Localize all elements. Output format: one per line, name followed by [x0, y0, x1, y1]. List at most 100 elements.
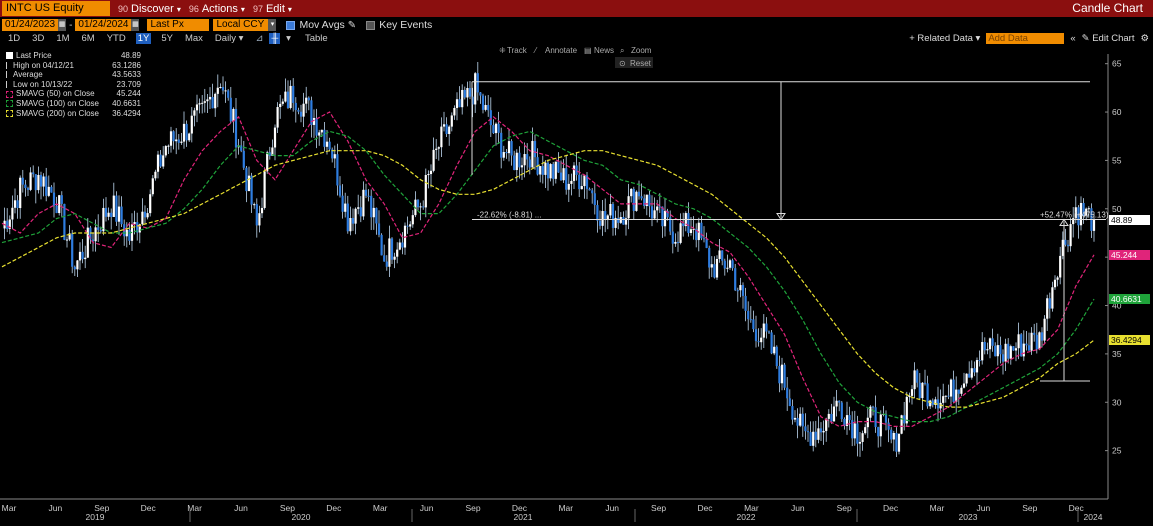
key-events-checkbox[interactable] — [366, 20, 376, 30]
candle — [721, 250, 724, 261]
chevron-down-icon[interactable]: ▾ — [268, 19, 277, 31]
candle — [518, 152, 521, 168]
x-month-label: Jun — [791, 503, 805, 513]
candle — [874, 407, 877, 428]
candle — [164, 146, 167, 156]
reset-button[interactable]: Reset — [630, 59, 652, 68]
legend-row-last-price[interactable]: Last Price 48.89 — [4, 51, 141, 61]
candle — [26, 188, 30, 190]
candle — [84, 257, 87, 260]
start-date-field[interactable]: 01/24/2023 — [2, 19, 59, 31]
x-year-label: 2024 — [1084, 512, 1103, 522]
line-chart-icon[interactable]: ⊿ — [255, 33, 263, 44]
gear-icon[interactable]: ⚙ — [1140, 33, 1149, 44]
chevron-down-icon[interactable]: ▾ — [286, 33, 291, 44]
annotate-button[interactable]: Annotate — [545, 46, 578, 55]
legend-row-smavg-100[interactable]: SMAVG (100) on Close 40.6631 — [4, 99, 141, 109]
price-chart[interactable]: ⁜ Track ⁄ Annotate ▤ News ⌕ Zoom ⊙ Reset… — [0, 44, 1153, 526]
table-button[interactable]: Table — [305, 33, 328, 44]
period-1y[interactable]: 1Y — [135, 32, 152, 44]
mov-avgs-label: Mov Avgs — [299, 19, 345, 31]
candle — [702, 238, 706, 240]
annotate-icon[interactable]: ⁄ — [533, 46, 538, 55]
end-date-field[interactable]: 01/24/2024 — [75, 19, 132, 31]
edit-chart-button[interactable]: ✎ Edit Chart — [1082, 33, 1135, 44]
candle — [442, 124, 446, 127]
y-tick-label: 55 — [1112, 155, 1122, 165]
price-field-select[interactable]: Last Px — [147, 19, 210, 31]
candle-chart-icon[interactable]: ╫ — [269, 32, 281, 44]
related-data-button[interactable]: + Related Data ▾ — [909, 33, 980, 44]
collapse-icon[interactable]: « — [1070, 33, 1075, 44]
candle — [58, 195, 61, 214]
legend-row-average[interactable]: Average 43.5633 — [4, 70, 141, 80]
candle — [513, 155, 516, 171]
candle — [146, 213, 149, 218]
candle — [734, 268, 737, 291]
news-button[interactable]: News — [594, 46, 614, 55]
candle — [1059, 255, 1062, 278]
legend: Last Price 48.89 High on 04/12/21 63.1286 … — [4, 51, 141, 119]
legend-row-smavg-50[interactable]: SMAVG (50) on Close 45.244 — [4, 89, 141, 99]
calendar-icon[interactable]: ▦ — [131, 19, 140, 31]
legend-row-high[interactable]: High on 04/12/21 63.1286 — [4, 61, 141, 71]
mov-avgs-checkbox[interactable] — [286, 20, 296, 30]
candle — [570, 180, 573, 184]
period-3d[interactable]: 3D — [30, 33, 46, 44]
candle — [232, 108, 235, 122]
ticker-field[interactable]: INTC US Equity — [2, 1, 110, 16]
candle — [416, 199, 420, 208]
discover-label: Discover — [131, 2, 174, 15]
period-max[interactable]: Max — [183, 33, 205, 44]
candle — [674, 241, 677, 244]
candle — [151, 178, 154, 195]
period-5y[interactable]: 5Y — [159, 33, 175, 44]
discover-menu[interactable]: 90 Discover ▾ — [118, 3, 181, 15]
legend-row-low[interactable]: Low on 10/13/22 23.709 — [4, 80, 141, 90]
track-icon[interactable]: ⁜ — [499, 46, 506, 55]
candle — [167, 145, 170, 147]
track-button[interactable]: Track — [507, 46, 528, 55]
frequency-select[interactable]: Daily ▾ — [213, 33, 246, 44]
candle — [1038, 332, 1041, 350]
candle — [822, 430, 825, 433]
candle — [1040, 332, 1044, 341]
calendar-icon[interactable]: ▦ — [58, 19, 67, 31]
candle — [949, 379, 953, 397]
currency-select[interactable]: Local CCY — [213, 19, 269, 31]
candle — [318, 132, 321, 136]
zoom-button[interactable]: Zoom — [631, 46, 652, 55]
candle — [819, 428, 823, 433]
candle — [627, 196, 630, 219]
legend-row-smavg-200[interactable]: SMAVG (200) on Close 36.4294 — [4, 109, 141, 119]
zoom-icon[interactable]: ⌕ — [620, 46, 624, 55]
period-6m[interactable]: 6M — [80, 33, 97, 44]
candle — [50, 186, 53, 193]
menu-number: 96 — [188, 3, 199, 14]
pencil-icon[interactable]: ✎ — [348, 20, 356, 31]
edit-menu[interactable]: 97 Edit ▾ — [253, 3, 292, 15]
candle — [765, 323, 768, 332]
period-ytd[interactable]: YTD — [105, 33, 128, 44]
candle — [208, 96, 212, 100]
candle — [1007, 343, 1010, 359]
period-1d[interactable]: 1D — [6, 33, 22, 44]
candle — [450, 115, 453, 127]
candle — [1087, 208, 1090, 210]
candle — [604, 210, 607, 220]
candle — [799, 413, 802, 426]
x-month-label: Mar — [373, 503, 388, 513]
candle — [24, 184, 27, 189]
candle — [1048, 298, 1051, 309]
candle — [388, 238, 391, 267]
period-1m[interactable]: 1M — [54, 33, 71, 44]
actions-menu[interactable]: 96 Actions ▾ — [189, 3, 245, 15]
candle — [864, 427, 867, 434]
add-data-input[interactable]: Add Data — [986, 32, 1065, 44]
candle — [294, 102, 297, 111]
candle — [206, 99, 209, 102]
candle — [393, 256, 396, 260]
news-icon[interactable]: ▤ — [584, 46, 592, 55]
x-month-label: Dec — [141, 503, 157, 513]
window-title: Candle Chart — [1072, 1, 1143, 15]
